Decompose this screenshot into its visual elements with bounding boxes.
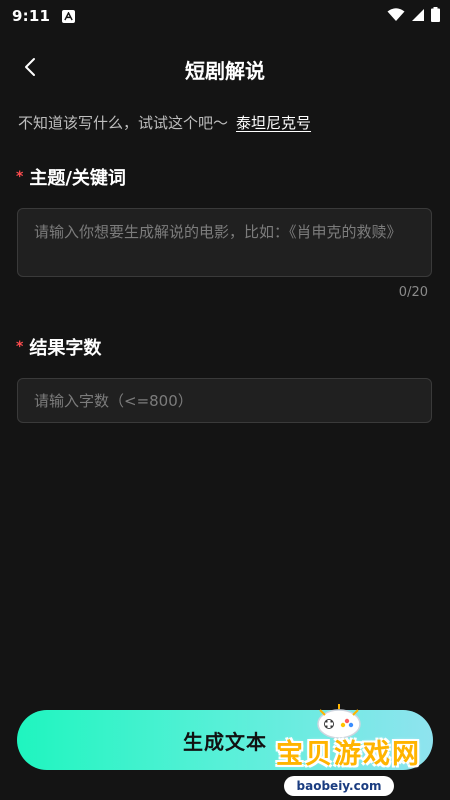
word-count-field — [17, 378, 432, 423]
header: 短剧解说 — [0, 44, 450, 94]
watermark-url: baobeiy.com — [284, 776, 394, 796]
page-title: 短剧解说 — [185, 58, 265, 83]
generate-button-label: 生成文本 — [183, 729, 267, 754]
word-count-label-text: 结果字数 — [29, 338, 102, 359]
screen: 9:11 短剧解说 不知道该写什么，试试这个吧～ 泰坦尼克号 * 主题/关键词 … — [0, 0, 450, 800]
topic-input[interactable] — [18, 209, 431, 276]
word-count-input[interactable] — [18, 379, 431, 422]
wifi-icon — [387, 7, 405, 26]
topic-field — [17, 208, 432, 277]
topic-counter: 0/20 — [398, 285, 428, 300]
status-time: 9:11 — [12, 7, 51, 25]
battery-icon — [431, 6, 440, 26]
generate-button[interactable]: 生成文本 — [17, 710, 433, 770]
word-count-label: * 结果字数 — [16, 334, 101, 360]
topic-label-text: 主题/关键词 — [29, 168, 126, 189]
suggestion-prompt: 不知道该写什么，试试这个吧～ — [18, 114, 229, 132]
suggestion-row: 不知道该写什么，试试这个吧～ 泰坦尼克号 — [18, 112, 311, 133]
topic-label: * 主题/关键词 — [16, 164, 126, 190]
back-button[interactable] — [12, 51, 48, 87]
a-notification-icon — [62, 9, 76, 23]
status-left: 9:11 — [12, 7, 76, 25]
signal-icon — [411, 7, 425, 26]
back-chevron-icon — [23, 57, 37, 81]
suggestion-link[interactable]: 泰坦尼克号 — [236, 112, 311, 133]
status-right — [387, 6, 440, 26]
required-star: * — [16, 339, 24, 355]
status-bar: 9:11 — [0, 0, 450, 32]
required-star: * — [16, 169, 24, 185]
